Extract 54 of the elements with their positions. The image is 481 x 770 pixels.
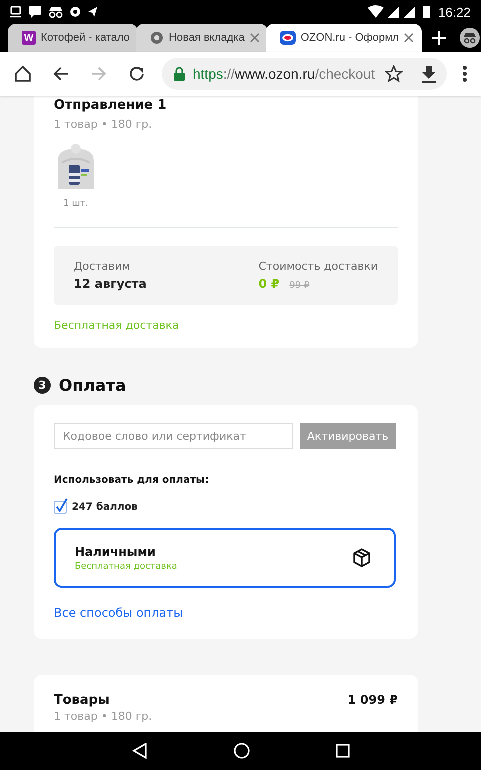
summary-subtitle: 1 товар • 180 гр. [54, 710, 154, 723]
menu-icon[interactable] [463, 66, 467, 82]
home-nav-icon[interactable] [234, 743, 250, 759]
step-number: 3 [34, 377, 51, 394]
points-label: 247 баллов [72, 502, 138, 512]
tab-title: Новая вкладка [169, 32, 245, 44]
star-icon[interactable] [385, 65, 403, 83]
clock: 16:22 [438, 4, 471, 20]
shipment-title: Отправление 1 [54, 97, 168, 115]
message-icon [29, 5, 42, 19]
back-icon[interactable] [52, 65, 70, 83]
close-icon[interactable] [404, 33, 414, 43]
item-quantity: 1 шт. [64, 199, 88, 209]
shipment-subtitle: 1 товар • 180 гр. [54, 118, 154, 131]
browser-tab[interactable]: OZON.ru - Оформл [266, 24, 422, 52]
signal-icons [368, 5, 432, 19]
back-nav-icon[interactable] [132, 743, 148, 759]
ring-icon [70, 5, 81, 19]
url-text: https://www.ozon.ru/checkout [193, 66, 376, 82]
new-tab-icon[interactable] [432, 31, 446, 45]
recents-nav-icon[interactable] [336, 744, 350, 758]
send-icon [88, 5, 98, 19]
use-label: Использовать для оплаты: [54, 475, 210, 486]
browser-tab[interactable]: W Котофей - катало [8, 24, 138, 52]
payment-option[interactable]: Наличными Бесплатная доставка [54, 528, 396, 588]
free-delivery-note: Бесплатная доставка [54, 319, 180, 332]
delivery-date: 12 августа [74, 277, 147, 291]
option-title: Наличными [75, 544, 157, 558]
laptop-icon [10, 5, 22, 19]
home-icon[interactable] [14, 65, 32, 83]
browser-tab[interactable]: Новая вкладка [136, 24, 268, 52]
download-icon[interactable] [421, 65, 437, 83]
code-field[interactable]: Кодовое слово или сертификат [54, 423, 293, 449]
address-bar[interactable]: https://www.ozon.ru/checkout [162, 58, 447, 90]
section-title: Оплата [59, 376, 126, 395]
all-payment-methods-link[interactable]: Все способы оплаты [54, 606, 184, 620]
tab-title: Котофей - катало [41, 32, 130, 44]
cost-label: Стоимость доставки [258, 260, 378, 273]
delivery-label: Доставим [74, 260, 132, 273]
incognito-icon[interactable] [460, 28, 480, 48]
site-icon [280, 31, 296, 45]
old-cost: 99 ₽ [290, 281, 310, 291]
option-note: Бесплатная доставка [75, 562, 178, 572]
globe-icon [150, 31, 164, 45]
reload-icon[interactable] [128, 65, 146, 83]
tab-title: OZON.ru - Оформл [300, 32, 400, 44]
summary-price: 1 099 ₽ [348, 693, 398, 708]
summary-title: Товары [54, 693, 110, 708]
incognito-icon [49, 5, 63, 19]
site-icon: W [22, 31, 36, 45]
close-icon[interactable] [250, 33, 260, 43]
box-icon [352, 548, 372, 568]
delivery-cost: 0 ₽ [258, 277, 280, 291]
checkbox[interactable] [54, 498, 68, 514]
